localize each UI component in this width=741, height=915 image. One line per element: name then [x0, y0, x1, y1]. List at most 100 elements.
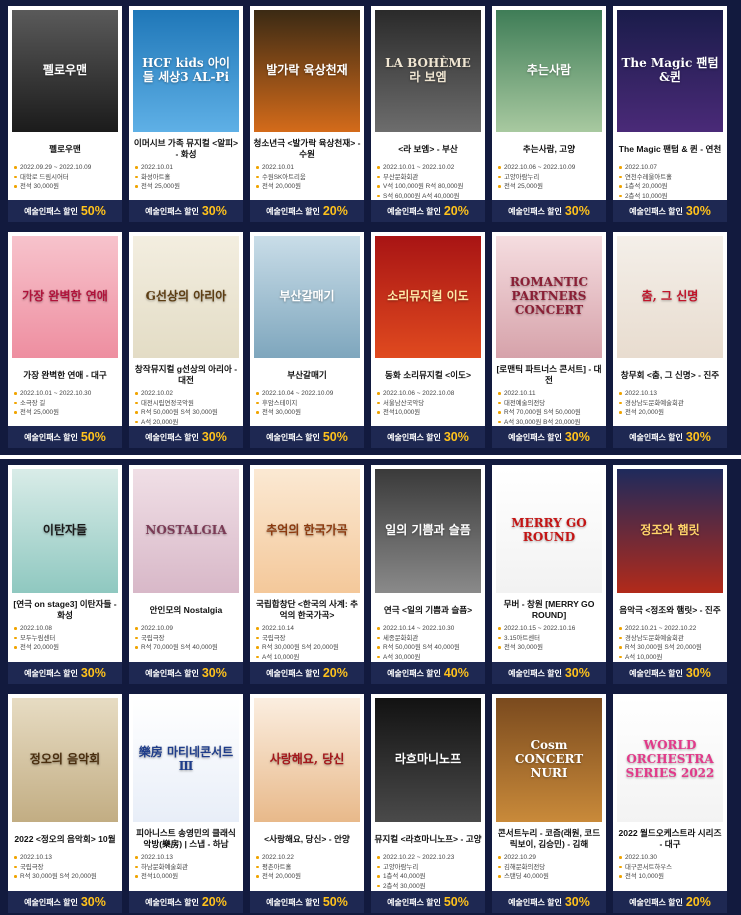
performance-title[interactable]: 안인모의 Nostalgia: [132, 599, 240, 621]
performance-info-list: 2022.10.29 김해문화의전당 스탠딩 40,000원: [492, 853, 606, 882]
poster-image[interactable]: 라흐마니노프: [375, 698, 481, 822]
performance-card[interactable]: 가장 완벽한 연애 가장 완벽한 연애 - 대구 2022.10.01 ~ 20…: [8, 232, 122, 448]
info-line: 전석10,000원: [377, 408, 481, 418]
performance-title[interactable]: 이머시브 가족 뮤지컬 <알피> - 화성: [132, 138, 240, 160]
info-line: 2022.10.01 ~ 2022.10.02: [377, 163, 481, 173]
performance-card[interactable]: 일의 기쁨과 슬픔 연극 <일의 기쁨과 슬픔> 2022.10.14 ~ 20…: [371, 465, 485, 684]
performance-title[interactable]: <라 보엠> - 부산: [374, 138, 482, 160]
info-line: 전석 20,000원: [14, 643, 118, 653]
performance-card[interactable]: 펠로우맨 펠로우맨 2022.09.29 ~ 2022.10.09 대학로 드림시…: [8, 6, 122, 222]
poster-image[interactable]: ROMANTIC PARTNERS CONCERT: [496, 236, 602, 358]
performance-card[interactable]: 이탄자들 [연극 on stage3] 이탄자들 - 화성 2022.10.08…: [8, 465, 122, 684]
discount-bar: 예술인패스 할인 30%: [129, 426, 243, 448]
performance-card[interactable]: 춤, 그 신명 창무회 <춤, 그 신명> - 진주 2022.10.13 경상남…: [613, 232, 727, 448]
poster-image[interactable]: 춤, 그 신명: [617, 236, 723, 358]
listing-section-2: 이탄자들 [연극 on stage3] 이탄자들 - 화성 2022.10.08…: [0, 459, 741, 915]
performance-card[interactable]: NOSTALGIA 안인모의 Nostalgia 2022.10.09 국립극장 R…: [129, 465, 243, 684]
discount-percent: 30%: [564, 666, 590, 680]
poster-image[interactable]: 정조와 햄릿: [617, 469, 723, 593]
discount-label: 예술인패스 할인: [24, 668, 78, 678]
discount-label: 예술인패스 할인: [24, 206, 78, 216]
performance-title[interactable]: 부산갈매기: [253, 364, 361, 386]
performance-card[interactable]: The Magic 팬텀&퀸 The Magic 팬텀 & 퀸 - 연천 202…: [613, 6, 727, 222]
poster-image[interactable]: 펠로우맨: [12, 10, 118, 132]
performance-title[interactable]: 가장 완벽한 연애 - 대구: [11, 364, 119, 386]
poster-text: 춤, 그 신명: [641, 289, 699, 304]
performance-card[interactable]: Cosm CONCERT NURI 콘서트누리 - 코즘(래원, 코드릭보이, …: [492, 694, 606, 913]
discount-percent: 20%: [322, 204, 348, 218]
info-line: 2022.10.02: [135, 389, 239, 399]
performance-title[interactable]: 피아니스트 송영민의 클래식 악방(樂房) | 스냅 - 하남: [132, 828, 240, 850]
performance-title[interactable]: 청소년극 <발가락 육상천재> - 수원: [253, 138, 361, 160]
performance-card[interactable]: 소리뮤지컬 이도 동화 소리뮤지컬 <이도> 2022.10.06 ~ 2022…: [371, 232, 485, 448]
poster-image[interactable]: G선상의 아리아: [133, 236, 239, 358]
poster-image[interactable]: 추억의 한국가곡: [254, 469, 360, 593]
performance-card[interactable]: LA BOHÈME 라 보엠 <라 보엠> - 부산 2022.10.01 ~ …: [371, 6, 485, 222]
poster-image[interactable]: 樂房 마티네콘서트Ⅲ: [133, 698, 239, 822]
poster-image[interactable]: MERRY GO ROUND: [496, 469, 602, 593]
info-line: 2022.10.13: [135, 853, 239, 863]
performance-title[interactable]: 창무회 <춤, 그 신명> - 진주: [616, 364, 724, 386]
performance-title[interactable]: <사랑해요, 당신> - 안양: [253, 828, 361, 850]
performance-info-list: 2022.10.14 ~ 2022.10.30 세종문화회관 R석 50,000원 …: [371, 624, 485, 662]
performance-card[interactable]: 정오의 음악회 2022 <정오의 음악회> 10월 2022.10.13 국립극…: [8, 694, 122, 913]
poster-image[interactable]: 정오의 음악회: [12, 698, 118, 822]
performance-title[interactable]: 콘서트누리 - 코즘(래원, 코드릭보이, 김승민) - 김해: [495, 828, 603, 850]
discount-label: 예술인패스 할인: [387, 206, 441, 216]
performance-title[interactable]: 창작뮤지컬 g선상의 아리아 - 대전: [132, 364, 240, 386]
info-line: 전석 25,000원: [14, 408, 118, 418]
performance-title[interactable]: 2022 <정오의 음악회> 10월: [11, 828, 119, 850]
poster-image[interactable]: The Magic 팬텀&퀸: [617, 10, 723, 132]
performance-card[interactable]: 발가락 육상천재 청소년극 <발가락 육상천재> - 수원 2022.10.01…: [250, 6, 364, 222]
info-line: 대학로 드림시어터: [14, 173, 118, 183]
poster-image[interactable]: 가장 완벽한 연애: [12, 236, 118, 358]
performance-card[interactable]: 부산갈매기 부산갈매기 2022.10.04 ~ 2022.10.09 후암스테이…: [250, 232, 364, 448]
poster-image[interactable]: LA BOHÈME 라 보엠: [375, 10, 481, 132]
performance-card[interactable]: HCF kids 아이들 세상3 AL-Pi 이머시브 가족 뮤지컬 <알피> …: [129, 6, 243, 222]
performance-card[interactable]: 추는사람 추는사람, 고양 2022.10.06 ~ 2022.10.09 고양아…: [492, 6, 606, 222]
performance-title[interactable]: 펠로우맨: [11, 138, 119, 160]
discount-label: 예술인패스 할인: [508, 668, 562, 678]
discount-bar: 예술인패스 할인 30%: [492, 662, 606, 684]
performance-card[interactable]: MERRY GO ROUND 무버 - 창원 [MERRY GO ROUND] …: [492, 465, 606, 684]
performance-title[interactable]: 연극 <일의 기쁨과 슬픔>: [374, 599, 482, 621]
discount-label: 예술인패스 할인: [387, 897, 441, 907]
performance-title[interactable]: 음악극 <정조와 햄릿> - 진주: [616, 599, 724, 621]
poster-image[interactable]: Cosm CONCERT NURI: [496, 698, 602, 822]
performance-card[interactable]: WORLD ORCHESTRA SERIES 2022 2022 월드오케스트라…: [613, 694, 727, 913]
performance-title[interactable]: The Magic 팬텀 & 퀸 - 연천: [616, 138, 724, 160]
performance-title[interactable]: 동화 소리뮤지컬 <이도>: [374, 364, 482, 386]
performance-title[interactable]: [연극 on stage3] 이탄자들 - 화성: [11, 599, 119, 621]
poster-text: 펠로우맨: [42, 63, 88, 78]
performance-card[interactable]: 사랑해요, 당신 <사랑해요, 당신> - 안양 2022.10.22 평촌아트홀…: [250, 694, 364, 913]
poster-image[interactable]: NOSTALGIA: [133, 469, 239, 593]
poster-image[interactable]: HCF kids 아이들 세상3 AL-Pi: [133, 10, 239, 132]
discount-percent: 30%: [564, 895, 590, 909]
poster-image[interactable]: 부산갈매기: [254, 236, 360, 358]
discount-label: 예술인패스 할인: [266, 668, 320, 678]
performance-card[interactable]: 樂房 마티네콘서트Ⅲ 피아니스트 송영민의 클래식 악방(樂房) | 스냅 - …: [129, 694, 243, 913]
poster-image[interactable]: 사랑해요, 당신: [254, 698, 360, 822]
performance-card[interactable]: 정조와 햄릿 음악극 <정조와 햄릿> - 진주 2022.10.21 ~ 20…: [613, 465, 727, 684]
info-line: 모두누림센터: [14, 634, 118, 644]
performance-title[interactable]: 뮤지컬 <라흐마니노프> - 고양: [374, 828, 482, 850]
performance-card[interactable]: 라흐마니노프 뮤지컬 <라흐마니노프> - 고양 2022.10.22 ~ 20…: [371, 694, 485, 913]
poster-image[interactable]: 발가락 육상천재: [254, 10, 360, 132]
discount-bar: 예술인패스 할인 30%: [492, 200, 606, 222]
poster-image[interactable]: WORLD ORCHESTRA SERIES 2022: [617, 698, 723, 822]
poster-image[interactable]: 이탄자들: [12, 469, 118, 593]
discount-percent: 50%: [443, 895, 469, 909]
performance-title[interactable]: 무버 - 창원 [MERRY GO ROUND]: [495, 599, 603, 621]
performance-title[interactable]: 2022 월드오케스트라 시리즈 - 대구: [616, 828, 724, 850]
poster-image[interactable]: 일의 기쁨과 슬픔: [375, 469, 481, 593]
poster-image[interactable]: 소리뮤지컬 이도: [375, 236, 481, 358]
performance-title[interactable]: 국립합창단 <한국의 사계: 추억의 한국가곡>: [253, 599, 361, 621]
performance-title[interactable]: [로맨틱 파트너스 콘서트] - 대전: [495, 364, 603, 386]
performance-title[interactable]: 추는사람, 고양: [495, 138, 603, 160]
poster-image[interactable]: 추는사람: [496, 10, 602, 132]
performance-card[interactable]: 추억의 한국가곡 국립합창단 <한국의 사계: 추억의 한국가곡> 2022.1…: [250, 465, 364, 684]
discount-label: 예술인패스 할인: [24, 897, 78, 907]
performance-card[interactable]: ROMANTIC PARTNERS CONCERT [로맨틱 파트너스 콘서트]…: [492, 232, 606, 448]
info-line: 수원SK아트리움: [256, 173, 360, 183]
performance-card[interactable]: G선상의 아리아 창작뮤지컬 g선상의 아리아 - 대전 2022.10.02 대…: [129, 232, 243, 448]
